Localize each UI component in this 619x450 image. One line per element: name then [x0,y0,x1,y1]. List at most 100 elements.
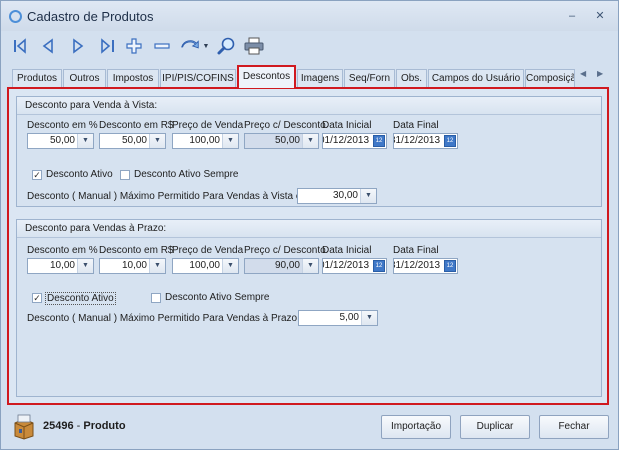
undo-icon[interactable] [179,35,201,57]
prazo-label-data-inicial: Data Inicial [322,245,372,256]
calendar-icon[interactable]: 12 [373,260,385,272]
importacao-button[interactable]: Importação [381,415,451,439]
chevron-down-icon[interactable]: ▼ [149,134,165,148]
tab-imagens[interactable]: Imagens [297,69,343,87]
prazo-preco-venda-field[interactable]: 100,00 ▼ [172,258,239,274]
prazo-label-data-final: Data Final [393,245,439,256]
chevron-down-icon[interactable]: ▼ [222,134,238,148]
tab-obs[interactable]: Obs. [396,69,427,87]
vista-desconto-pct-value: 50,00 [49,135,75,146]
vista-desconto-ativo-sempre-label[interactable]: Desconto Ativo Sempre [134,169,239,180]
vista-preco-venda-value: 100,00 [189,135,220,146]
vista-group-header: Desconto para Venda à Vista: [17,97,601,115]
vista-data-final-value: 31/12/2013 [393,135,441,146]
tab-seq-forn[interactable]: Seq/Forn [344,69,395,87]
chevron-down-icon[interactable]: ▼ [222,259,238,273]
last-record-icon[interactable] [95,35,117,57]
vista-desconto-ativo-checkbox[interactable]: ✓ [32,170,42,180]
prazo-desconto-ativo-sempre-checkbox[interactable] [151,293,161,303]
chevron-down-icon[interactable]: ▼ [149,259,165,273]
search-icon[interactable] [215,35,237,57]
vista-desconto-pct-field[interactable]: 50,00 ▼ [27,133,94,149]
vista-desconto-ativo-sempre-checkbox[interactable] [120,170,130,180]
vista-maximo-value: 30,00 [332,190,358,201]
prazo-desconto-pct-value: 10,00 [49,260,75,271]
vista-desconto-ativo-label[interactable]: Desconto Ativo [46,169,113,180]
descontos-panel: Desconto para Venda à Vista: Desconto em… [7,87,609,405]
tab-campos-do-usuario[interactable]: Campos do Usuário [428,69,524,87]
tab-descontos[interactable]: Descontos [237,65,296,88]
prazo-group: Desconto para Vendas à Prazo: Desconto e… [16,219,602,397]
vista-maximo-label: Desconto ( Manual ) Máximo Permitido Par… [27,191,322,202]
add-icon[interactable] [123,35,145,57]
prazo-desconto-pct-field[interactable]: 10,00 ▼ [27,258,94,274]
vista-label-data-final: Data Final [393,120,439,131]
vista-desconto-rs-field[interactable]: 50,00 ▼ [99,133,166,149]
prazo-label-preco-desconto: Preço c/ Desconto [244,245,326,256]
fechar-button[interactable]: Fechar [539,415,609,439]
product-box-icon [13,414,35,440]
chevron-down-icon: ▼ [302,134,318,148]
chevron-down-icon[interactable]: ▼ [361,311,377,325]
tab-impostos[interactable]: Impostos [107,69,159,87]
prazo-desconto-rs-field[interactable]: 10,00 ▼ [99,258,166,274]
chevron-down-icon[interactable]: ▼ [77,134,93,148]
vista-group: Desconto para Venda à Vista: Desconto em… [16,96,602,207]
prazo-desconto-ativo-sempre-label[interactable]: Desconto Ativo Sempre [165,292,270,303]
product-label: 25496 - Produto [43,420,126,432]
print-icon[interactable] [243,35,265,57]
vista-label-desconto-rs: Desconto em R$ [99,120,174,131]
tab-ipi-pis-cofins[interactable]: IPI/PIS/COFINS [160,69,236,87]
close-button[interactable]: ✕ [592,9,608,23]
prazo-data-final-value: 31/12/2013 [393,260,441,271]
first-record-icon[interactable] [11,35,33,57]
vista-preco-venda-field[interactable]: 100,00 ▼ [172,133,239,149]
prazo-group-header: Desconto para Vendas à Prazo: [17,220,601,238]
calendar-icon[interactable]: 12 [373,135,385,147]
chevron-down-icon[interactable]: ▼ [360,189,376,203]
duplicar-button[interactable]: Duplicar [460,415,530,439]
vista-label-desconto-pct: Desconto em % [27,120,98,131]
prazo-maximo-label: Desconto ( Manual ) Máximo Permitido Par… [27,313,326,324]
remove-icon[interactable] [151,35,173,57]
undo-dropdown-icon[interactable]: ▼ [201,35,211,57]
prazo-desconto-rs-value: 10,00 [121,260,147,271]
prazo-label-preco-venda: Preço de Venda [172,245,244,256]
window-title: Cadastro de Produtos [27,9,154,24]
product-code: 25496 [43,420,74,432]
product-separator: - [73,420,84,432]
previous-record-icon[interactable] [37,35,59,57]
vista-data-inicial-field[interactable]: 01/12/2013 12 [322,133,387,149]
prazo-preco-desconto-field: 90,00 ▼ [244,258,319,274]
prazo-data-final-field[interactable]: 31/12/2013 12 [393,258,458,274]
vista-data-final-field[interactable]: 31/12/2013 12 [393,133,458,149]
app-icon [9,10,22,23]
vista-desconto-rs-value: 50,00 [121,135,147,146]
vista-label-preco-desconto: Preço c/ Desconto [244,120,326,131]
title-bar: Cadastro de Produtos ‒ ✕ [1,1,618,31]
prazo-maximo-value: 5,00 [339,312,359,323]
vista-preco-desconto-field: 50,00 ▼ [244,133,319,149]
prazo-data-inicial-field[interactable]: 01/12/2013 12 [322,258,387,274]
vista-preco-desconto-value: 50,00 [274,135,300,146]
tab-scroll-left-icon[interactable]: ◀ [580,69,586,78]
tab-scroll-right-icon[interactable]: ▶ [597,69,603,78]
calendar-icon[interactable]: 12 [444,260,456,272]
vista-maximo-field[interactable]: 30,00 ▼ [297,188,377,204]
vista-label-data-inicial: Data Inicial [322,120,372,131]
prazo-label-desconto-pct: Desconto em % [27,245,98,256]
tab-produtos[interactable]: Produtos [12,69,62,87]
calendar-icon[interactable]: 12 [444,135,456,147]
tab-composicao[interactable]: Composiçã [525,69,575,87]
minimize-button[interactable]: ‒ [564,9,580,23]
prazo-label-desconto-rs: Desconto em R$ [99,245,174,256]
prazo-desconto-ativo-checkbox[interactable]: ✓ [32,293,42,303]
chevron-down-icon: ▼ [302,259,318,273]
tab-strip: Produtos Outros Impostos IPI/PIS/COFINS … [10,65,610,88]
vista-data-inicial-value: 01/12/2013 [322,135,370,146]
prazo-maximo-field[interactable]: 5,00 ▼ [298,310,378,326]
chevron-down-icon[interactable]: ▼ [77,259,93,273]
prazo-desconto-ativo-label[interactable]: Desconto Ativo [45,292,116,305]
next-record-icon[interactable] [67,35,89,57]
tab-outros[interactable]: Outros [63,69,106,87]
